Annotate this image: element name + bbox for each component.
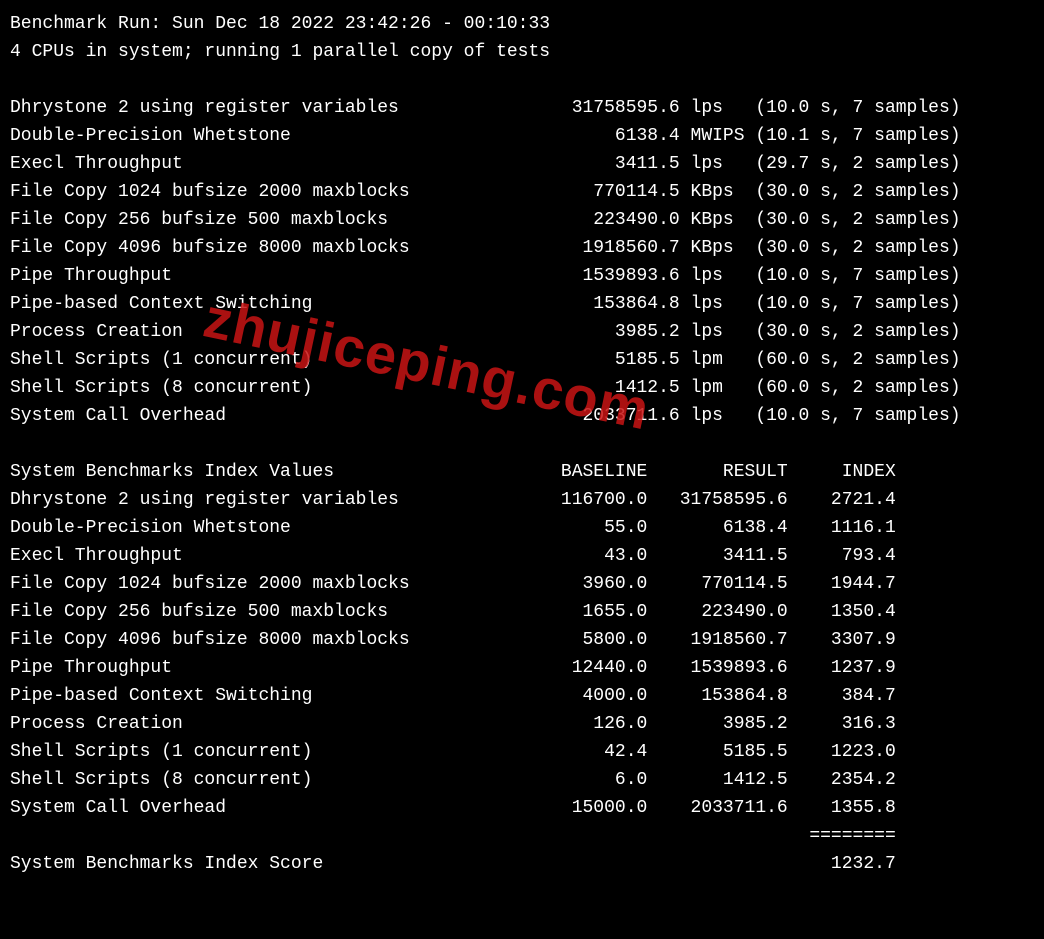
terminal-output: Benchmark Run: Sun Dec 18 2022 23:42:26 … [10, 10, 1034, 878]
